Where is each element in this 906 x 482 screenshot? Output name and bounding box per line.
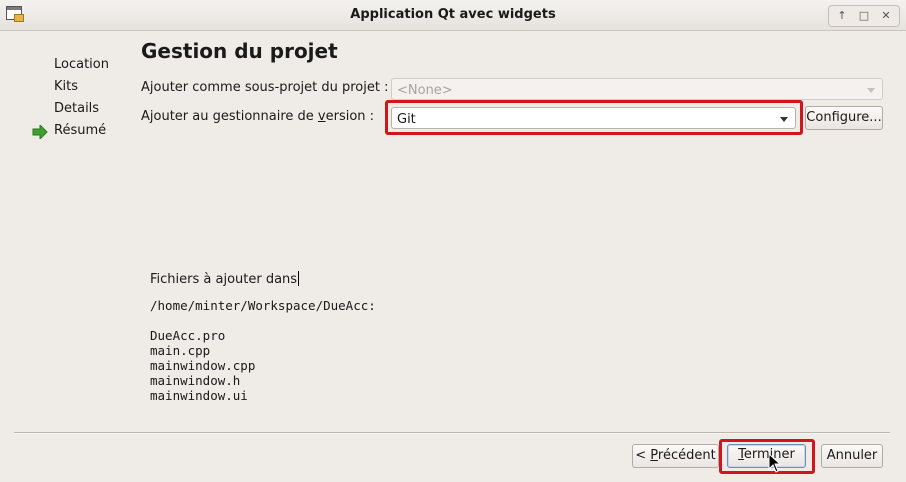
title-bar: Application Qt avec widgets ↑ □ ✕	[0, 0, 906, 31]
summary-heading-text: Fichiers à ajouter dans	[150, 272, 298, 287]
text-caret	[298, 271, 300, 286]
summary-file: mainwindow.cpp	[150, 358, 256, 373]
vcs-label-pre: Ajouter au gestionnaire de	[141, 109, 318, 124]
step-details: Details	[54, 101, 100, 116]
summary-file: mainwindow.h	[150, 373, 241, 388]
page-title: Gestion du projet	[141, 39, 338, 63]
vcs-combo[interactable]: Git	[391, 107, 796, 129]
summary-file: DueAcc.pro	[150, 328, 226, 343]
vcs-label-mnemonic: v	[317, 109, 326, 124]
close-window-button[interactable]: ✕	[876, 7, 896, 25]
vcs-label-post: ersion :	[325, 109, 375, 124]
cancel-button[interactable]: Annuler	[821, 444, 883, 468]
window-title: Application Qt avec widgets	[350, 7, 556, 22]
finish-button[interactable]: Terminer	[727, 444, 806, 468]
step-resume: Résumé	[54, 123, 107, 138]
chevron-down-icon	[780, 117, 788, 122]
summary-heading: Fichiers à ajouter dans	[150, 271, 300, 287]
window-controls: ↑ □ ✕	[828, 5, 900, 27]
footer-separator	[14, 432, 890, 434]
back-button-post: récédent	[657, 448, 716, 463]
subproject-combo-value: <None>	[397, 83, 453, 98]
subproject-combo[interactable]: <None>	[391, 78, 883, 100]
vcs-combo-value: Git	[397, 112, 416, 127]
back-button-mnemonic: P	[650, 448, 658, 463]
chevron-down-icon	[867, 88, 875, 93]
step-location: Location	[54, 57, 109, 72]
maximize-window-button[interactable]: □	[854, 7, 874, 25]
mouse-pointer-icon	[768, 453, 782, 473]
vcs-label: Ajouter au gestionnaire de version :	[141, 109, 374, 124]
summary-file: mainwindow.ui	[150, 388, 248, 403]
shade-window-button[interactable]: ↑	[832, 7, 852, 25]
summary-path: /home/minter/Workspace/DueAcc:	[150, 298, 376, 313]
subproject-label: Ajouter comme sous-projet du projet :	[141, 80, 389, 95]
summary-file: main.cpp	[150, 343, 211, 358]
back-button[interactable]: < Précédent	[632, 444, 719, 468]
step-kits: Kits	[54, 79, 79, 94]
current-step-arrow-icon	[32, 125, 48, 139]
back-button-pre: <	[635, 448, 651, 463]
configure-button[interactable]: Configure...	[805, 106, 883, 130]
